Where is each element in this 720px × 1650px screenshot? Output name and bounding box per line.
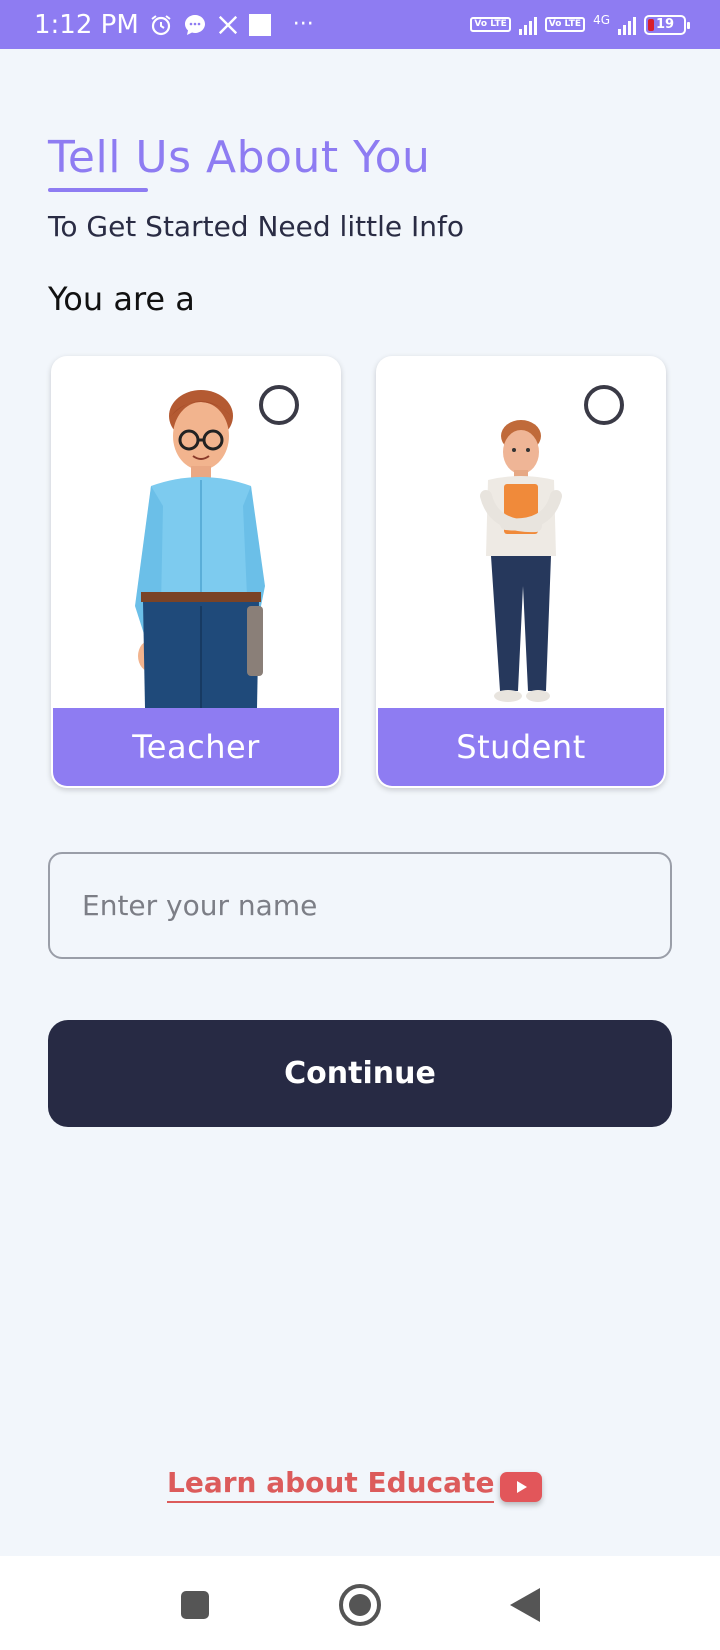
- home-icon[interactable]: [335, 1580, 385, 1630]
- teacher-radio[interactable]: [259, 385, 299, 425]
- more-dots: ···: [292, 12, 314, 37]
- x-icon: [217, 14, 239, 36]
- system-nav-bar: [0, 1556, 720, 1650]
- chat-icon: [183, 13, 207, 37]
- role-prompt: You are a: [48, 280, 195, 318]
- status-time: 1:12 PM: [34, 9, 139, 40]
- page-title: Tell Us About You: [48, 132, 431, 183]
- page-subtitle: To Get Started Need little Info: [48, 210, 464, 243]
- status-bar: 1:12 PM ··· Vo LTE Vo LTE 4G 19: [0, 0, 720, 49]
- battery-level: 19: [655, 17, 675, 32]
- role-card-teacher[interactable]: Teacher: [51, 356, 341, 788]
- battery-icon: 19: [644, 14, 690, 35]
- continue-button[interactable]: Continue: [48, 1020, 672, 1127]
- signal-icon: [518, 15, 537, 35]
- signal-icon: [618, 15, 636, 35]
- alarm-icon: [149, 13, 173, 37]
- volte-icon: Vo LTE: [470, 17, 511, 32]
- youtube-icon[interactable]: [500, 1472, 542, 1502]
- learn-about-link[interactable]: Learn about Educate: [167, 1466, 495, 1503]
- back-icon[interactable]: [500, 1580, 550, 1630]
- network-label: 4G: [593, 12, 610, 27]
- role-card-student[interactable]: Student: [376, 356, 666, 788]
- student-label: Student: [378, 708, 664, 786]
- recents-icon[interactable]: [170, 1580, 220, 1630]
- student-radio[interactable]: [584, 385, 624, 425]
- square-icon: [248, 13, 271, 36]
- name-input[interactable]: [48, 852, 672, 959]
- teacher-label: Teacher: [53, 708, 339, 786]
- title-underline: [48, 188, 148, 192]
- volte-icon: Vo LTE: [544, 17, 586, 32]
